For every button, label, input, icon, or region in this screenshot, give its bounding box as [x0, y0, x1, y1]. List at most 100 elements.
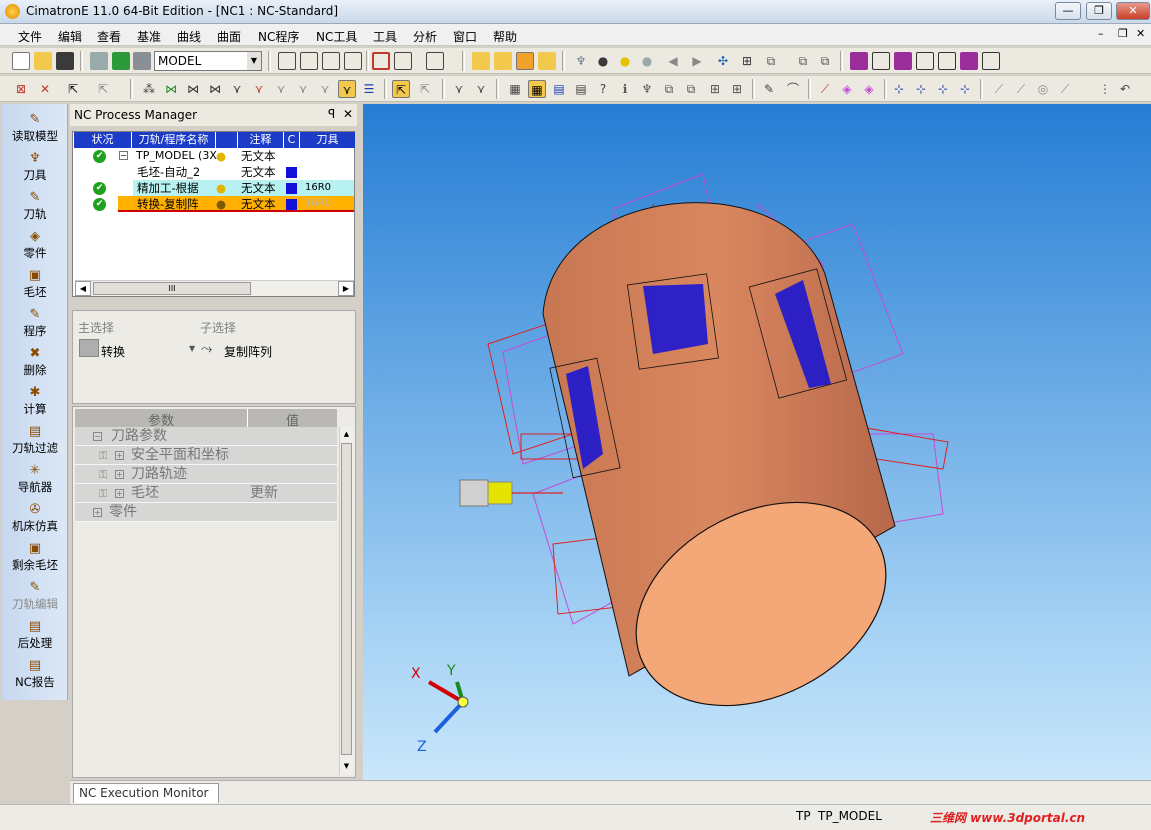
- wizard-button[interactable]: ✎ 刀轨: [2, 190, 68, 222]
- menu-help[interactable]: 帮助: [493, 28, 517, 45]
- circle-icon[interactable]: ◎: [1034, 80, 1052, 98]
- tree-row[interactable]: 毛坯-自动_2 无文本: [73, 164, 356, 180]
- tool-3-icon[interactable]: ▤: [550, 80, 568, 98]
- cube-front-icon[interactable]: [894, 52, 912, 70]
- arc-icon[interactable]: ⟋: [1056, 80, 1074, 98]
- wizard-button[interactable]: ▤ 后处理: [2, 619, 68, 651]
- cube-back-icon[interactable]: [982, 52, 1000, 70]
- axis-3-icon[interactable]: ⊹: [934, 80, 952, 98]
- tree-icon[interactable]: ✣: [714, 52, 732, 70]
- tree-row[interactable]: ✔ − TP_MODEL (3X ● 无文本: [73, 148, 356, 164]
- vertical-scrollbar[interactable]: ▲ ▼: [339, 427, 353, 775]
- horizontal-scrollbar[interactable]: ◀ III ▶: [75, 280, 354, 296]
- info-icon[interactable]: ℹ: [616, 80, 634, 98]
- select-mode-icon[interactable]: ⇱: [94, 80, 112, 98]
- wizard-button[interactable]: ▤ 刀轨过滤: [2, 424, 68, 456]
- mdi-close-icon[interactable]: ✕: [1136, 27, 1145, 40]
- help-icon[interactable]: ?: [594, 80, 612, 98]
- nc-icon-2[interactable]: [494, 52, 512, 70]
- param-row[interactable]: ⚿ + 安全平面和坐标: [75, 446, 337, 465]
- copy-icon[interactable]: ⧉: [794, 52, 812, 70]
- nc-icon-1[interactable]: [472, 52, 490, 70]
- expand-icon[interactable]: +: [93, 508, 102, 517]
- scroll-up-icon[interactable]: ▲: [340, 427, 353, 441]
- solid-2-icon[interactable]: ◈: [860, 80, 878, 98]
- wizard-button[interactable]: ✎ 刀轨编辑: [2, 580, 68, 612]
- zoom-fit-icon[interactable]: [322, 52, 340, 70]
- nc-icon-3[interactable]: [516, 52, 534, 70]
- tool-9-icon[interactable]: ⊞: [728, 80, 746, 98]
- wizard-button[interactable]: ✎ 程序: [2, 307, 68, 339]
- line-2-icon[interactable]: ⟋: [1012, 80, 1030, 98]
- tree-row[interactable]: ✔ 精加工-根据 ● 无文本 16R0: [73, 180, 356, 196]
- model-combo[interactable]: MODEL ▼: [154, 51, 262, 71]
- menu-curve[interactable]: 曲线: [177, 28, 201, 45]
- wizard-button[interactable]: ✱ 计算: [2, 385, 68, 417]
- col-status[interactable]: 状况: [74, 132, 132, 148]
- select-filter-icon[interactable]: ⊠: [12, 80, 30, 98]
- tool-1-icon[interactable]: ▦: [506, 80, 524, 98]
- zoom-icon[interactable]: [300, 52, 318, 70]
- measure-icon[interactable]: ⊞: [738, 52, 756, 70]
- curve-icon[interactable]: ⌒: [784, 80, 802, 98]
- funnel-icon[interactable]: ⋎: [450, 80, 468, 98]
- nc-icon-4[interactable]: [538, 52, 556, 70]
- paste-icon[interactable]: ⧉: [816, 52, 834, 70]
- cube-wire-icon[interactable]: [872, 52, 890, 70]
- arrow-right-icon[interactable]: ▶: [688, 52, 706, 70]
- cube-top-icon[interactable]: [916, 52, 934, 70]
- col-blank[interactable]: [216, 132, 238, 148]
- bulb-on-icon[interactable]: ●: [616, 52, 634, 70]
- render-icon[interactable]: [426, 52, 444, 70]
- wizard-button[interactable]: ▤ NC报告: [2, 658, 68, 690]
- nc-execution-monitor-tab[interactable]: NC Execution Monitor: [73, 783, 219, 803]
- panel-close-icon[interactable]: ✕: [343, 107, 353, 121]
- param-row[interactable]: ⚿ + 刀路轨迹: [75, 465, 337, 484]
- sketch-icon[interactable]: ✎: [760, 80, 778, 98]
- cube-iso-icon[interactable]: [960, 52, 978, 70]
- expand-icon[interactable]: +: [115, 489, 124, 498]
- main-selection-value[interactable]: 转换: [101, 343, 125, 360]
- close-button[interactable]: ✕: [1116, 2, 1150, 20]
- menu-nc-program[interactable]: NC程序: [258, 28, 299, 45]
- scroll-thumb[interactable]: [341, 443, 352, 755]
- wizard-button[interactable]: ✎ 读取模型: [2, 112, 68, 144]
- undo-icon[interactable]: ↶: [1116, 80, 1134, 98]
- tool-4-icon[interactable]: ▤: [572, 80, 590, 98]
- light-off-icon[interactable]: ♆: [572, 52, 590, 70]
- menu-tools[interactable]: 工具: [373, 28, 397, 45]
- col-comment[interactable]: 注释: [238, 132, 284, 148]
- mdi-minimize-icon[interactable]: –: [1098, 27, 1104, 40]
- menu-file[interactable]: 文件: [18, 28, 42, 45]
- wizard-button[interactable]: ♆ 刀具: [2, 151, 68, 183]
- minimize-button[interactable]: —: [1055, 2, 1081, 20]
- tree-row-selected[interactable]: ✔ 转换-复制阵 ● 无文本 16R0: [73, 196, 356, 212]
- filter-8-icon[interactable]: ⋎: [316, 80, 334, 98]
- pin-icon[interactable]: ꟼ: [328, 107, 335, 121]
- menu-analysis[interactable]: 分析: [413, 28, 437, 45]
- transform-icon[interactable]: ⟋: [816, 80, 834, 98]
- graphics-viewport[interactable]: X Y Z: [363, 104, 1151, 780]
- collapse-icon[interactable]: −: [119, 151, 128, 160]
- col-c[interactable]: C: [284, 132, 300, 148]
- filter-icon[interactable]: ⧉: [762, 52, 780, 70]
- param-row[interactable]: − 刀路参数: [75, 427, 337, 446]
- scroll-down-icon[interactable]: ▼: [340, 759, 353, 773]
- bulb-icon[interactable]: ●: [594, 52, 612, 70]
- filter-6-icon[interactable]: ⋎: [272, 80, 290, 98]
- display-icon[interactable]: [90, 52, 108, 70]
- expand-icon[interactable]: +: [115, 470, 124, 479]
- filter-3-icon[interactable]: ⋈: [206, 80, 224, 98]
- select-arrow-icon[interactable]: ⇱: [64, 80, 82, 98]
- menu-window[interactable]: 窗口: [453, 28, 477, 45]
- param-row[interactable]: ⚿ + 毛坯 更新: [75, 484, 337, 503]
- filter-5-icon[interactable]: ⋎: [250, 80, 268, 98]
- cube-side-icon[interactable]: [938, 52, 956, 70]
- wizard-button[interactable]: ▣ 毛坯: [2, 268, 68, 300]
- filter-active-icon[interactable]: ⋎: [338, 80, 356, 98]
- scroll-thumb[interactable]: III: [93, 282, 251, 295]
- tool-5-icon[interactable]: ♆: [638, 80, 656, 98]
- filter-all-icon[interactable]: ⁂: [140, 80, 158, 98]
- wizard-button[interactable]: ◈ 零件: [2, 229, 68, 261]
- menu-view[interactable]: 查看: [97, 28, 121, 45]
